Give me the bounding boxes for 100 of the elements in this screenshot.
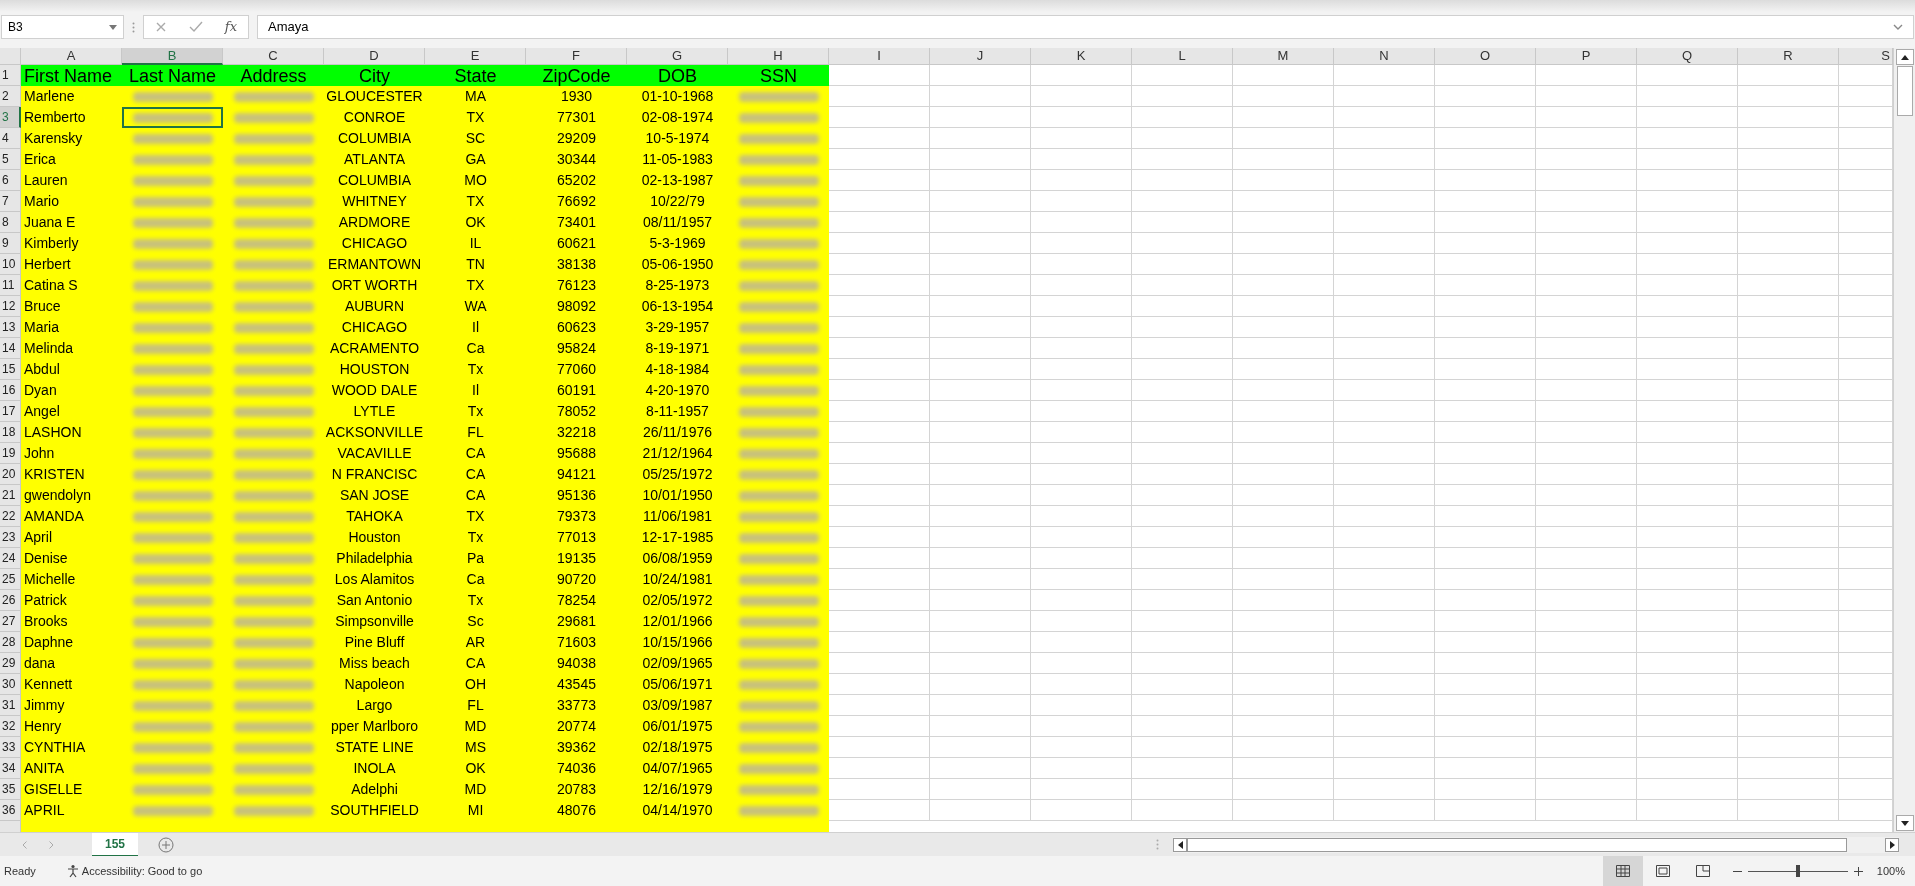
grid-cell[interactable]	[1334, 590, 1435, 611]
grid-cell[interactable]	[1536, 506, 1637, 527]
grid-cell[interactable]	[1738, 359, 1839, 380]
grid-cell[interactable]	[930, 485, 1031, 506]
zoom-in-icon[interactable]	[1853, 866, 1863, 876]
row-header[interactable]: 31	[0, 695, 21, 716]
grid-cell[interactable]	[930, 65, 1031, 86]
grid-cell[interactable]	[1334, 254, 1435, 275]
row-header[interactable]: 34	[0, 758, 21, 779]
grid-cell[interactable]	[1031, 128, 1132, 149]
grid-cell[interactable]	[1435, 233, 1536, 254]
grid-cell[interactable]	[1637, 338, 1738, 359]
vertical-scrollbar[interactable]	[1893, 48, 1915, 832]
grid-cell[interactable]	[1536, 695, 1637, 716]
grid-cell[interactable]	[829, 128, 930, 149]
grid-cell[interactable]	[1334, 653, 1435, 674]
grid-cell[interactable]	[1031, 527, 1132, 548]
grid-cell[interactable]	[829, 443, 930, 464]
column-header[interactable]: P	[1536, 48, 1637, 65]
grid-cell[interactable]	[1435, 443, 1536, 464]
grid-cell[interactable]	[1233, 737, 1334, 758]
grid-cell[interactable]	[1031, 569, 1132, 590]
grid-cell[interactable]	[1132, 527, 1233, 548]
row-header[interactable]: 6	[0, 170, 21, 191]
grid-cell[interactable]	[1435, 359, 1536, 380]
grid-cell[interactable]	[1132, 716, 1233, 737]
grid-cell[interactable]	[829, 590, 930, 611]
grid-cell[interactable]	[1637, 149, 1738, 170]
grid-cell[interactable]	[1031, 380, 1132, 401]
grid-cell[interactable]	[1536, 737, 1637, 758]
grid-cell[interactable]	[829, 464, 930, 485]
grid-cell[interactable]	[930, 107, 1031, 128]
grid-cell[interactable]	[1334, 758, 1435, 779]
grid-cell[interactable]	[1031, 485, 1132, 506]
grid-cell[interactable]	[1334, 695, 1435, 716]
row-header[interactable]: 11	[0, 275, 21, 296]
grid-cell[interactable]	[930, 86, 1031, 107]
grid-cell[interactable]	[1637, 254, 1738, 275]
grid-cell[interactable]	[1132, 422, 1233, 443]
grid-cell[interactable]	[1031, 443, 1132, 464]
grid-cell[interactable]	[1233, 695, 1334, 716]
grid-cell[interactable]	[1233, 632, 1334, 653]
grid-cell[interactable]	[1132, 506, 1233, 527]
check-icon[interactable]	[188, 21, 203, 33]
grid-cell[interactable]	[829, 107, 930, 128]
grid-cell[interactable]	[1233, 485, 1334, 506]
grid-cell[interactable]	[1334, 380, 1435, 401]
grid-cell[interactable]	[1738, 758, 1839, 779]
grid-cell[interactable]	[1031, 296, 1132, 317]
grid-cell[interactable]	[1334, 107, 1435, 128]
grid-cell[interactable]	[1334, 191, 1435, 212]
grid-cell[interactable]	[1536, 632, 1637, 653]
grid-cell[interactable]	[1334, 737, 1435, 758]
grid-cell[interactable]	[1435, 128, 1536, 149]
row-header[interactable]: 29	[0, 653, 21, 674]
sheet-tab[interactable]: 155	[92, 832, 138, 857]
grid-cell[interactable]	[1334, 569, 1435, 590]
grid-cell[interactable]	[1738, 233, 1839, 254]
grid-cell[interactable]	[829, 779, 930, 800]
grid-cell[interactable]	[1637, 758, 1738, 779]
grid-cell[interactable]	[930, 758, 1031, 779]
grid-cell[interactable]	[1536, 275, 1637, 296]
row-header[interactable]: 20	[0, 464, 21, 485]
grid-cell[interactable]	[1132, 653, 1233, 674]
grid-cell[interactable]	[1233, 359, 1334, 380]
grid-cell[interactable]	[930, 569, 1031, 590]
grid-cell[interactable]	[1839, 779, 1893, 800]
grid-cell[interactable]	[1233, 506, 1334, 527]
grid-cell[interactable]	[1738, 653, 1839, 674]
grid-cell[interactable]	[1637, 296, 1738, 317]
grid-cell[interactable]	[1839, 107, 1893, 128]
column-header[interactable]: N	[1334, 48, 1435, 65]
grid-cell[interactable]	[1132, 191, 1233, 212]
grid-cell[interactable]	[1132, 779, 1233, 800]
grid-cell[interactable]	[1233, 443, 1334, 464]
grid-cell[interactable]	[1435, 464, 1536, 485]
column-header[interactable]: R	[1738, 48, 1839, 65]
grid-cell[interactable]	[1031, 107, 1132, 128]
grid-cell[interactable]	[1132, 674, 1233, 695]
grid-cell[interactable]	[1334, 632, 1435, 653]
grid-cell[interactable]	[1637, 380, 1738, 401]
grid-cell[interactable]	[1637, 233, 1738, 254]
row-header[interactable]: 13	[0, 317, 21, 338]
grid-cell[interactable]	[1738, 506, 1839, 527]
grid-cell[interactable]	[1637, 695, 1738, 716]
grid-cell[interactable]	[930, 401, 1031, 422]
grid-cell[interactable]	[1334, 716, 1435, 737]
grid-cell[interactable]	[1536, 212, 1637, 233]
grid-cell[interactable]	[1839, 800, 1893, 821]
row-header[interactable]: 21	[0, 485, 21, 506]
grid-cell[interactable]	[1435, 401, 1536, 422]
grid-cell[interactable]	[829, 338, 930, 359]
column-header[interactable]: A	[21, 48, 122, 65]
grid-cell[interactable]	[829, 506, 930, 527]
grid-cell[interactable]	[1637, 128, 1738, 149]
grid-cell[interactable]	[1536, 254, 1637, 275]
grid-cell[interactable]	[930, 527, 1031, 548]
zoom-slider-thumb[interactable]	[1795, 865, 1800, 877]
scroll-left-button[interactable]	[1173, 837, 1187, 852]
grid-cell[interactable]	[1435, 548, 1536, 569]
